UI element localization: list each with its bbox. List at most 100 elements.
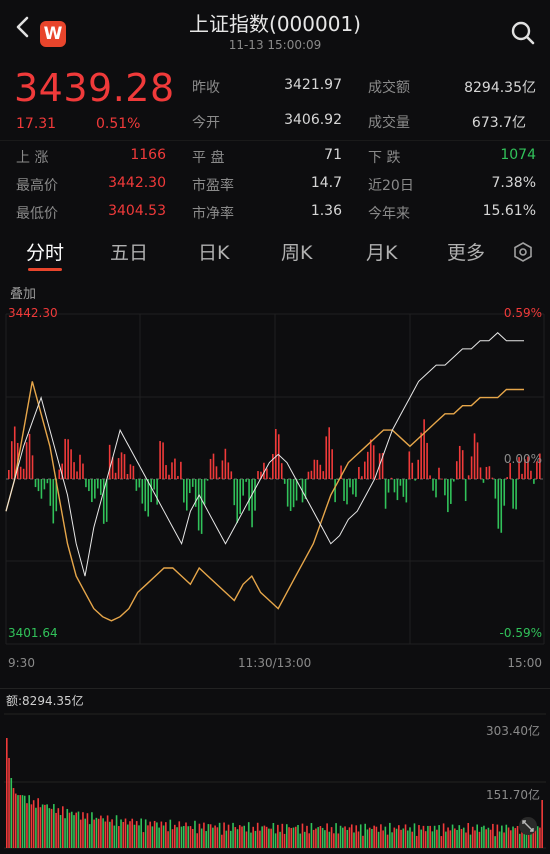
volume-bar-up	[460, 828, 463, 848]
volume-bar-up	[507, 827, 510, 848]
breadth-bar-up	[64, 438, 66, 479]
breadth-bar-up	[530, 470, 532, 479]
volume-bar-up	[454, 828, 456, 848]
breadth-bar-down	[503, 479, 506, 506]
breadth-bar-up	[485, 466, 488, 479]
volume-bar-up	[400, 829, 402, 848]
breadth-bar-down	[183, 479, 185, 503]
breadth-bar-down	[197, 479, 200, 531]
volume-bar-down	[364, 823, 366, 848]
breadth-bar-down	[150, 479, 152, 503]
volume-bar-up	[312, 829, 315, 848]
breadth-bar-down	[533, 479, 535, 484]
tab-more[interactable]: 更多	[447, 238, 485, 265]
settings-icon[interactable]	[512, 241, 534, 263]
volume-bar-up	[118, 826, 120, 848]
breadth-bar-down	[245, 479, 247, 482]
volume-bar-up	[373, 825, 375, 848]
volume-bar-up	[135, 821, 138, 848]
volume-bar-down	[299, 833, 302, 848]
prev-close-label: 昨收	[192, 80, 220, 96]
pe-value: 14.7	[310, 175, 342, 191]
volume-bar-down	[274, 833, 277, 848]
volume-bar-up	[301, 823, 304, 848]
volume-bar-up	[256, 822, 259, 848]
breadth-bar-down	[248, 479, 250, 511]
volume-bar-down	[120, 819, 122, 848]
volume-bar-up	[319, 826, 322, 848]
search-icon[interactable]	[510, 20, 536, 46]
volume-bar-up	[465, 832, 467, 848]
volume-bar-down	[292, 827, 295, 848]
price-change: 17.31	[16, 116, 57, 132]
volume-bar-down	[433, 825, 436, 848]
volume-bar-down	[230, 830, 232, 848]
price-change-pct: 0.51%	[96, 116, 141, 132]
intraday-chart: 3442.30 0.59% 0.00% 3401.64 -0.59% 9:30 …	[0, 300, 550, 670]
volume-bar-down	[487, 827, 490, 848]
volume-bar-up	[82, 812, 84, 848]
tab-weekly-k[interactable]: 周K	[281, 238, 312, 265]
breadth-bar-up	[280, 463, 283, 479]
breadth-bar-down	[384, 479, 387, 509]
high-value: 3442.30	[108, 175, 166, 191]
breadth-bar-down	[414, 479, 417, 481]
volume-bar-down	[59, 814, 62, 848]
volume-bar-down	[207, 824, 210, 848]
volume-bar-down	[501, 825, 503, 848]
breadth-bar-up	[108, 444, 111, 479]
breadth-bar-up	[22, 468, 25, 479]
volume-bar-up	[124, 818, 127, 848]
volume-bar-up	[404, 824, 407, 848]
expand-icon[interactable]	[518, 816, 538, 836]
volume-bar-up	[167, 831, 169, 848]
volume-bar-up	[6, 738, 8, 848]
y-axis-mid-pct: 0.00%	[503, 452, 542, 466]
tab-daily-k[interactable]: 日K	[198, 238, 229, 265]
breadth-bar-up	[322, 471, 325, 479]
breadth-bar-down	[432, 479, 434, 491]
breadth-bar-up	[438, 467, 440, 479]
breadth-bar-up	[257, 471, 259, 479]
volume-bar-up	[315, 828, 317, 848]
volume-bar-up	[337, 833, 340, 848]
volume-bar-up	[362, 835, 364, 848]
breadth-bar-up	[171, 462, 173, 479]
volume-bar-down	[144, 819, 147, 848]
volume-bar-up	[106, 815, 109, 848]
tab-five-day[interactable]: 五日	[110, 238, 148, 265]
volume-bar-down	[413, 823, 416, 848]
volume-bar-down	[66, 808, 69, 848]
breadth-bar-up	[159, 441, 161, 479]
breadth-bar-up	[162, 442, 164, 479]
tab-monthly-k[interactable]: 月K	[366, 238, 397, 265]
volume-bar-up	[30, 804, 33, 848]
volume-bar-down	[53, 804, 55, 848]
volume-bar-down	[324, 830, 326, 848]
breadth-bar-up	[461, 450, 464, 479]
volume-bar-up	[149, 821, 151, 848]
volume-bar-up	[447, 827, 449, 848]
volume-bar-up	[203, 822, 205, 848]
breadth-bar-up	[506, 477, 508, 479]
breadth-bar-up	[316, 459, 319, 479]
volume-bar-up	[26, 803, 28, 848]
breadth-bar-down	[453, 479, 455, 482]
volume-bar-up	[471, 826, 474, 848]
volume-bar-up	[221, 834, 223, 848]
volume-bar-down	[391, 832, 393, 848]
volume-bar-up	[398, 825, 400, 848]
breadth-bar-up	[429, 475, 431, 479]
low-label: 最低价	[16, 206, 58, 222]
breadth-bar-up	[31, 455, 34, 479]
volume-bar-down	[158, 827, 160, 848]
breadth-bar-down	[105, 479, 108, 522]
breadth-bar-down	[242, 479, 244, 496]
volume-bar-up	[245, 831, 248, 848]
volume-bar-up	[440, 836, 443, 848]
breadth-bar-up	[129, 464, 132, 479]
breadth-bar-down	[254, 479, 256, 511]
tab-intraday[interactable]: 分时	[26, 238, 64, 265]
breadth-bar-down	[239, 479, 241, 514]
volume-bar-up	[277, 824, 279, 848]
